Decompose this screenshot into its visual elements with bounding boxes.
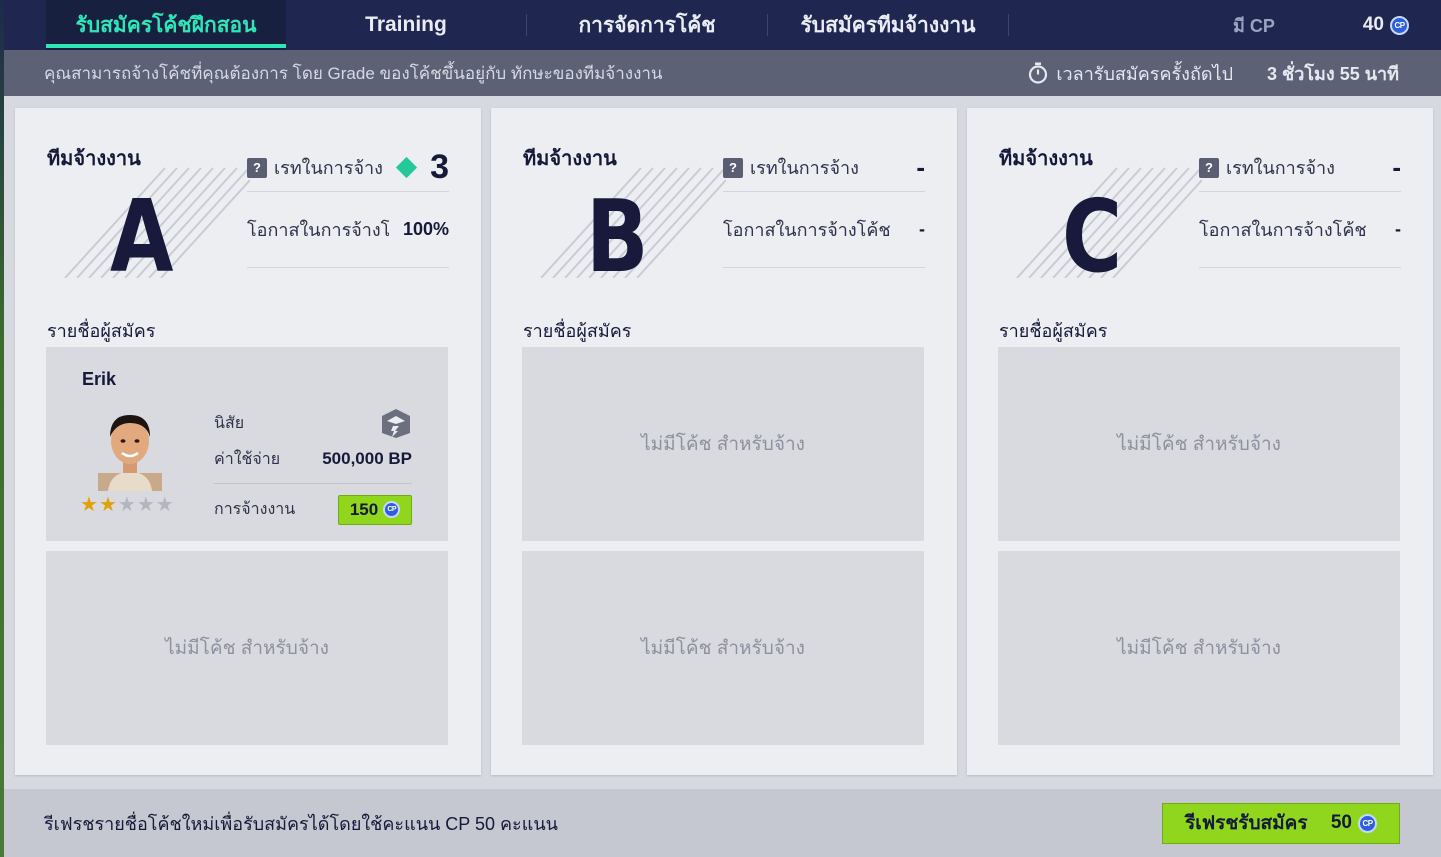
tab-coach-management[interactable]: การจัดการโค้ช [527, 0, 767, 50]
star-icon: ★ [136, 494, 155, 516]
star-icon: ★ [117, 494, 136, 516]
chance-row: โอกาสในการจ้างโค้ช - [1199, 192, 1401, 268]
personality-row: นิสัย [214, 405, 412, 441]
star-icon: ★ [98, 494, 117, 516]
applicant-slot-empty: ไม่มีโค้ช สำหรับจ้าง [998, 551, 1400, 745]
empty-slot-text: ไม่มีโค้ช สำหรับจ้าง [1117, 434, 1281, 455]
team-label: ทีมจ้างงาน [999, 148, 1093, 170]
cp-coin-icon: CP [383, 501, 401, 518]
grade-label: เรทในการจ้าง [1226, 158, 1335, 178]
next-recruit-timer: เวลารับสมัครครั้งถัดไป 3 ชั่วโมง 55 นาที [1028, 59, 1441, 88]
refresh-footer: รีเฟรชรายชื่อโค้ชใหม่เพื่อรับสมัครได้โดย… [4, 789, 1441, 857]
main-panel: ทีมจ้างงาน A ? เรทในการจ้าง 3 โอกาสในการ… [4, 96, 1441, 789]
tab-label: Training [365, 13, 447, 36]
applicant-list-title: รายชื่อผู้สมัคร [999, 321, 1108, 341]
cost-value: 500,000 BP [322, 449, 412, 468]
applicant-slot-empty: ไม่มีโค้ช สำหรับจ้าง [46, 551, 448, 745]
coach-name: Erik [82, 369, 117, 389]
coach-rating: ★ ★ ★ ★ ★ [80, 495, 175, 515]
hire-cost: 150 [349, 499, 379, 519]
cp-balance: มี CP 40 CP [1233, 0, 1441, 50]
timer-value: 3 ชั่วโมง 55 นาที [1267, 63, 1399, 84]
applicant-slot-filled: Erik ★ ★ ★ ★ ★ นิสัย ค่าใช้จ่าย 500,000 … [46, 347, 448, 541]
info-description: คุณสามารถจ้างโค้ชที่คุณต้องการ โดย Grade… [44, 63, 663, 83]
grade-row: ? เรทในการจ้าง 3 [247, 144, 449, 192]
coach-avatar [98, 415, 162, 491]
help-icon[interactable]: ? [723, 157, 743, 178]
tab-divider [1008, 14, 1009, 36]
empty-slot-text: ไม่มีโค้ช สำหรับจ้าง [1117, 638, 1281, 659]
team-card-a: ทีมจ้างงาน A ? เรทในการจ้าง 3 โอกาสในการ… [15, 108, 481, 775]
empty-slot-text: ไม่มีโค้ช สำหรับจ้าง [641, 638, 805, 659]
team-grade-letter: C [1062, 178, 1123, 295]
tab-label: รับสมัครโค้ชฝึกสอน [75, 13, 257, 37]
tab-label: รับสมัครทีมจ้างงาน [800, 13, 976, 37]
help-icon[interactable]: ? [1199, 157, 1219, 178]
personality-label: นิสัย [214, 414, 245, 432]
refresh-recruit-button[interactable]: รีเฟรชรับสมัคร 50 CP [1162, 802, 1400, 844]
diamond-icon [395, 156, 418, 179]
timer-label: เวลารับสมัครครั้งถัดไป [1056, 63, 1234, 84]
chance-row: โอกาสในการจ้างโค้ช - [723, 192, 925, 268]
refresh-description: รีเฟรชรายชื่อโค้ชใหม่เพื่อรับสมัครได้โดย… [44, 813, 558, 834]
empty-slot-text: ไม่มีโค้ช สำหรับจ้าง [641, 434, 805, 455]
applicant-slot-empty: ไม่มีโค้ช สำหรับจ้าง [522, 551, 924, 745]
star-icon: ★ [80, 494, 98, 516]
chance-value: 100% [402, 219, 449, 239]
tab-team-recruit[interactable]: รับสมัครทีมจ้างงาน [768, 0, 1008, 50]
cp-coin-icon: CP [1358, 813, 1377, 833]
tab-coach-recruit[interactable]: รับสมัครโค้ชฝึกสอน [46, 0, 286, 50]
top-nav: รับสมัครโค้ชฝึกสอน Training การจัดการโค้… [4, 0, 1441, 50]
cost-row: ค่าใช้จ่าย 500,000 BP [214, 441, 412, 477]
team-info: ? เรทในการจ้าง 3 โอกาสในการจ้างโค้ช 100% [247, 144, 449, 268]
applicant-list-title: รายชื่อผู้สมัคร [523, 321, 632, 341]
info-bar: คุณสามารถจ้างโค้ชที่คุณต้องการ โดย Grade… [4, 50, 1441, 96]
cp-value: 40 [1362, 14, 1384, 35]
refresh-button-label: รีเฟรชรับสมัคร [1185, 813, 1308, 834]
hire-row: การจ้างงาน 150 CP [214, 483, 412, 535]
help-icon[interactable]: ? [247, 157, 267, 178]
cp-label: มี CP [1232, 15, 1275, 36]
refresh-button-cost: 50 [1330, 812, 1352, 833]
cp-coin-icon: CP [1390, 15, 1409, 35]
team-info: ? เรทในการจ้าง - โอกาสในการจ้างโค้ช - [1199, 144, 1401, 268]
applicant-slot-empty: ไม่มีโค้ช สำหรับจ้าง [522, 347, 924, 541]
chance-label: โอกาสในการจ้างโค้ช [723, 220, 891, 240]
tab-training[interactable]: Training [286, 0, 526, 50]
team-grade-letter: B [586, 178, 649, 295]
applicant-list-title: รายชื่อผู้สมัคร [47, 321, 156, 341]
grade-row: ? เรทในการจ้าง - [723, 144, 925, 192]
personality-icon[interactable] [380, 407, 412, 439]
team-card-b: ทีมจ้างงาน B ? เรทในการจ้าง - โอกาสในการ… [491, 108, 957, 775]
hire-label: การจ้างงาน [214, 501, 296, 518]
stopwatch-icon [1028, 62, 1048, 84]
grade-number: 3 [430, 148, 449, 186]
team-card-c: ทีมจ้างงาน C ? เรทในการจ้าง - โอกาสในการ… [967, 108, 1433, 775]
team-label: ทีมจ้างงาน [47, 148, 141, 170]
grade-value: 3 [395, 148, 449, 187]
team-info: ? เรทในการจ้าง - โอกาสในการจ้างโค้ช - [723, 144, 925, 268]
empty-slot-text: ไม่มีโค้ช สำหรับจ้าง [165, 638, 329, 659]
team-label: ทีมจ้างงาน [523, 148, 617, 170]
applicant-slot-empty: ไม่มีโค้ช สำหรับจ้าง [998, 347, 1400, 541]
tab-label: การจัดการโค้ช [578, 13, 716, 37]
grade-row: ? เรทในการจ้าง - [1199, 144, 1401, 192]
grade-label: เรทในการจ้าง [274, 158, 383, 178]
grade-label: เรทในการจ้าง [750, 158, 859, 178]
chance-label: โอกาสในการจ้างโค้ช [1199, 220, 1367, 240]
team-grade-letter: A [110, 178, 174, 295]
chance-label: โอกาสในการจ้างโค้ช [247, 220, 389, 240]
grade-value: - [1392, 152, 1401, 182]
chance-row: โอกาสในการจ้างโค้ช 100% [247, 192, 449, 268]
hire-button[interactable]: 150 CP [338, 494, 412, 525]
coach-details: นิสัย ค่าใช้จ่าย 500,000 BP การจ้างงาน 1… [214, 405, 412, 535]
star-icon: ★ [155, 494, 174, 516]
chance-value: - [919, 219, 925, 239]
cost-label: ค่าใช้จ่าย [214, 450, 281, 468]
chance-value: - [1395, 219, 1401, 239]
grade-value: - [916, 152, 925, 182]
